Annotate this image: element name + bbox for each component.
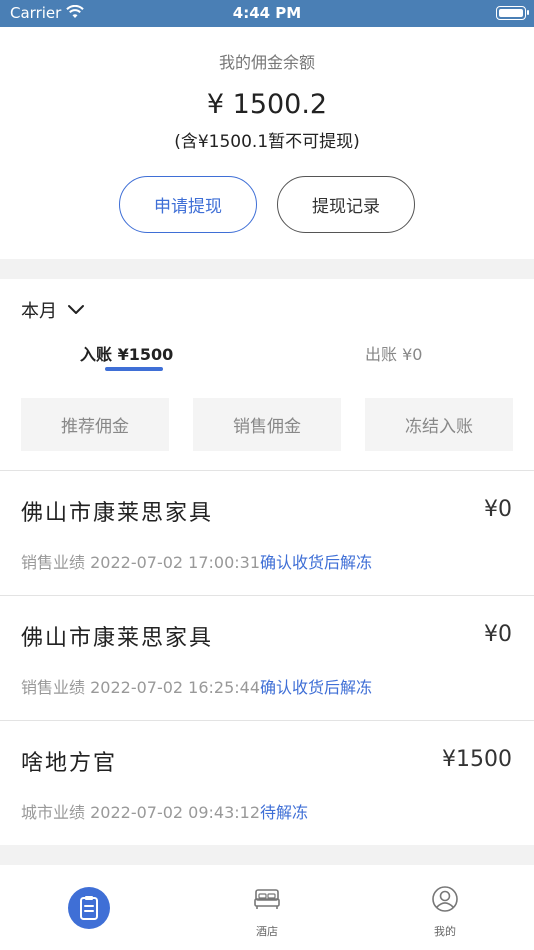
record-datetime: 2022-07-02 16:25:44 xyxy=(90,678,261,697)
chip-recommend-commission[interactable]: 推荐佣金 xyxy=(21,398,169,451)
chevron-down-icon xyxy=(68,305,84,314)
record-name: 啥地方官 xyxy=(21,751,118,776)
record-amount: ¥1500 xyxy=(442,747,512,772)
tabbar-label-hotel: 酒店 xyxy=(256,925,278,938)
record-name: 佛山市康莱思家具 xyxy=(21,626,214,651)
balance-panel: 我的佣金余额 ¥ 1500.2 (含¥1500.1暂不可提现) 申请提现 提现记… xyxy=(0,27,534,259)
bed-icon xyxy=(254,889,280,909)
status-bar: Carrier 4:44 PM xyxy=(0,0,534,27)
clipboard-icon xyxy=(68,887,110,929)
record-detail: 城市业绩 2022-07-02 09:43:12待解冻 xyxy=(21,799,308,823)
record-amount: ¥0 xyxy=(484,622,512,647)
list-item[interactable]: 啥地方官 ¥1500 城市业绩 2022-07-02 09:43:12待解冻 xyxy=(0,721,534,845)
record-type: 销售业绩 xyxy=(21,553,86,572)
record-type: 城市业绩 xyxy=(21,803,86,822)
balance-amount: ¥ 1500.2 xyxy=(206,89,328,120)
tabbar-item-mine[interactable]: 我的 xyxy=(356,865,534,950)
tabbar-item-hotel[interactable]: 酒店 xyxy=(178,865,356,950)
tabbar-item-orders[interactable] xyxy=(0,865,178,950)
record-type: 销售业绩 xyxy=(21,678,86,697)
record-detail: 销售业绩 2022-07-02 16:25:44确认收货后解冻 xyxy=(21,674,372,698)
month-filter[interactable]: 本月 xyxy=(21,297,85,323)
list-item[interactable]: 佛山市康莱思家具 ¥0 销售业绩 2022-07-02 17:00:31确认收货… xyxy=(0,471,534,595)
battery-icon xyxy=(496,6,529,20)
section-gap xyxy=(0,259,534,279)
balance-note: (含¥1500.1暂不可提现) xyxy=(174,132,360,152)
record-amount: ¥0 xyxy=(484,497,512,522)
tab-expense[interactable]: 出账 ¥0 xyxy=(365,341,422,365)
record-name: 佛山市康莱思家具 xyxy=(21,501,214,526)
month-label: 本月 xyxy=(21,301,57,322)
withdraw-record-button[interactable]: 提现记录 xyxy=(277,176,415,233)
record-status: 确认收货后解冻 xyxy=(260,678,373,697)
chip-frozen-income[interactable]: 冻结入账 xyxy=(365,398,513,451)
tab-income-indicator xyxy=(105,367,163,371)
balance-label: 我的佣金余额 xyxy=(218,53,315,72)
chip-sales-commission[interactable]: 销售佣金 xyxy=(193,398,341,451)
tab-income[interactable]: 入账 ¥1500 xyxy=(80,341,173,365)
bottom-tab-bar: 酒店 我的 xyxy=(0,865,534,950)
apply-withdraw-button[interactable]: 申请提现 xyxy=(119,176,257,233)
record-datetime: 2022-07-02 09:43:12 xyxy=(90,803,261,822)
user-icon xyxy=(432,886,458,912)
record-status: 确认收货后解冻 xyxy=(260,553,373,572)
list-item[interactable]: 佛山市康莱思家具 ¥0 销售业绩 2022-07-02 16:25:44确认收货… xyxy=(0,596,534,720)
clock: 4:44 PM xyxy=(232,4,302,22)
record-detail: 销售业绩 2022-07-02 17:00:31确认收货后解冻 xyxy=(21,549,372,573)
record-status: 待解冻 xyxy=(260,803,309,822)
record-datetime: 2022-07-02 17:00:31 xyxy=(90,553,261,572)
tabbar-label-mine: 我的 xyxy=(434,925,456,938)
section-gap xyxy=(0,845,534,865)
